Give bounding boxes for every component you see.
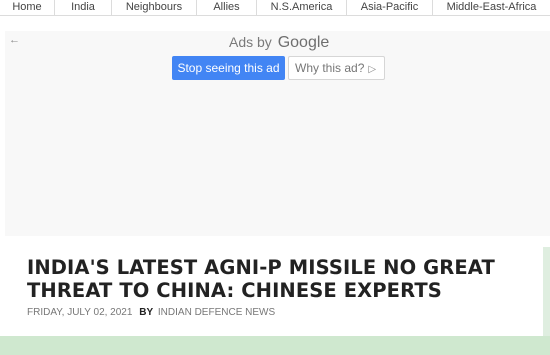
nav-item-middle-east-africa[interactable]: Middle-East-Africa <box>433 0 550 15</box>
article-meta: FRIDAY, JULY 02, 2021 BY INDIAN DEFENCE … <box>27 307 275 318</box>
nav-item-ns-america[interactable]: N.S.America <box>257 0 347 15</box>
why-this-ad-label: Why this ad? <box>295 61 365 75</box>
by-label: BY <box>139 307 154 318</box>
bottom-bar <box>0 336 550 355</box>
nav-item-home[interactable]: Home <box>0 0 55 15</box>
ads-by-google-label: Ads by Google <box>229 34 329 52</box>
google-brand: Google <box>277 34 330 51</box>
back-arrow-icon[interactable]: ← <box>9 34 20 46</box>
scrollbar-track[interactable] <box>543 247 550 336</box>
nav-item-allies[interactable]: Allies <box>197 0 257 15</box>
article-headline[interactable]: INDIA'S LATEST AGNI-P MISSILE NO GREAT T… <box>27 256 527 302</box>
ads-by-text: Ads by <box>229 34 272 50</box>
why-this-ad-button[interactable]: Why this ad? ▷ <box>288 56 385 80</box>
info-triangle-icon: ▷ <box>368 64 377 75</box>
article-author[interactable]: INDIAN DEFENCE NEWS <box>158 307 275 318</box>
article-date: FRIDAY, JULY 02, 2021 <box>27 307 133 318</box>
nav-item-india[interactable]: India <box>55 0 112 15</box>
google-ad-panel: ← Ads by Google Stop seeing this ad Why … <box>5 31 550 236</box>
top-nav-bar: Home India Neighbours Allies N.S.America… <box>0 0 550 16</box>
nav-item-neighbours[interactable]: Neighbours <box>112 0 197 15</box>
nav-item-asia-pacific[interactable]: Asia-Pacific <box>347 0 433 15</box>
stop-seeing-ad-button[interactable]: Stop seeing this ad <box>172 56 285 80</box>
